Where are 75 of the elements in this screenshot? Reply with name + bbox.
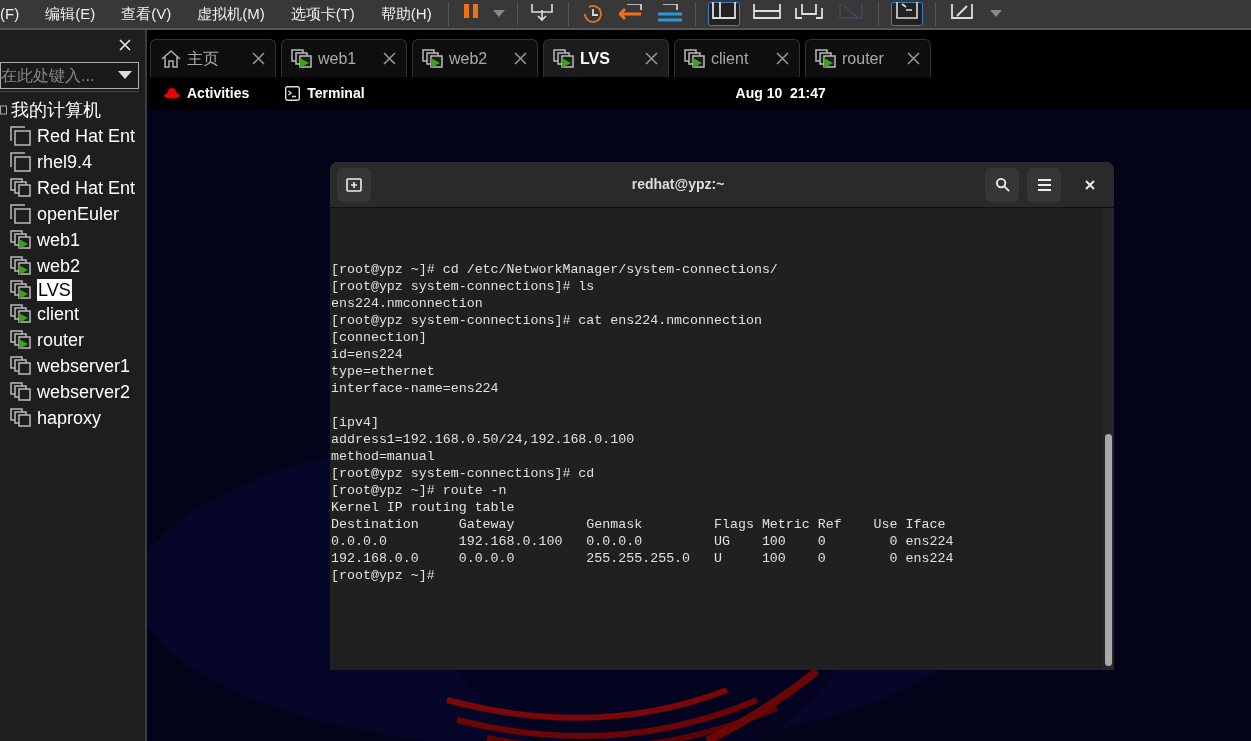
new-tab-icon (346, 176, 362, 193)
terminal-line: Destination Gateway Genmask Flags Metric Ref Use Iface (331, 516, 946, 533)
terminal-line: id=ens224 (331, 346, 403, 363)
running-vm-icon (291, 48, 313, 69)
activities-button[interactable]: Activities (187, 83, 250, 104)
close-icon[interactable] (252, 52, 265, 65)
terminal-line: address1=192.168.0.50/24,192.168.0.100 (331, 431, 635, 448)
tree-item[interactable]: LVS (37, 279, 72, 301)
terminal-line: method=manual (331, 448, 435, 465)
new-tab-button[interactable] (337, 167, 371, 202)
terminal-line: [root@ypz system-connections]# cat ens224.nmconnection (331, 312, 762, 329)
terminal-line: 192.168.0.0 0.0.0.0 255.255.255.0 U 100 0 0 ens224 (331, 550, 954, 567)
close-icon[interactable] (645, 52, 658, 65)
terminal-line: 0.0.0.0 192.168.0.100 0.0.0.0 UG 100 0 0 ens224 (331, 533, 954, 550)
send-keys-icon[interactable] (529, 4, 556, 24)
search-button[interactable] (985, 167, 1019, 202)
terminal-line: interface-name=ens224 (331, 380, 499, 397)
tree-root[interactable]: 我的计算机 (11, 97, 101, 123)
home-icon (160, 48, 182, 69)
hat-icon (164, 88, 180, 99)
tab[interactable]: web2 (412, 39, 538, 77)
terminal-line: [root@ypz system-connections]# cd (331, 465, 595, 482)
menu-item[interactable]: 帮助(H) (380, 5, 432, 23)
caret-icon[interactable] (492, 10, 505, 18)
search-icon (994, 177, 1010, 192)
tree-item[interactable]: web2 (37, 253, 81, 279)
tree-item[interactable]: webserver1 (37, 353, 131, 379)
tree-item[interactable]: webserver2 (37, 379, 131, 405)
tree-item[interactable]: haproxy (37, 405, 102, 431)
close-icon[interactable] (383, 52, 396, 65)
menu-icon (1037, 178, 1051, 191)
caret-icon[interactable] (989, 10, 1002, 18)
menu-item[interactable]: 查看(V) (121, 5, 172, 23)
running-vm-icon (684, 48, 706, 69)
terminal-line: Kernel IP routing table (331, 499, 515, 516)
menu-item[interactable]: 编辑(E) (45, 5, 96, 23)
running-vm-icon (422, 48, 444, 69)
terminal-line: type=ethernet (331, 363, 435, 380)
tree-item[interactable]: web1 (37, 227, 81, 253)
tree-item[interactable]: client (37, 301, 80, 327)
tab[interactable]: client (674, 39, 800, 77)
terminal-line: [ipv4] (331, 414, 379, 431)
running-vm-icon (553, 48, 575, 69)
terminal-line: [root@ypz ~]# route -n (331, 482, 507, 499)
tab[interactable]: LVS (543, 39, 669, 77)
tab[interactable]: web1 (281, 39, 407, 77)
sidebar-layout-icon[interactable] (707, 2, 740, 26)
window-title: redhat@ypz:~ (631, 175, 725, 194)
tab[interactable]: router (805, 39, 931, 77)
close-icon[interactable] (514, 52, 527, 65)
terminal-line: ens224.nmconnection (331, 295, 483, 312)
tab[interactable]: 主页 (150, 39, 276, 77)
close-icon[interactable] (907, 52, 920, 65)
terminal-view-icon[interactable] (890, 2, 923, 26)
menu-item[interactable]: 选项卡(T) (290, 5, 355, 23)
tree-item[interactable]: Red Hat Ent (37, 123, 136, 149)
terminal-icon (285, 86, 301, 101)
terminal-line: [connection] (331, 329, 427, 346)
terminal-line: [root@ypz ~]# cd /etc/NetworkManager/system-connections/ (331, 261, 778, 278)
tree-item[interactable]: openEuler (37, 201, 120, 227)
running-vm-icon (815, 48, 837, 69)
clock[interactable]: Aug 10 21:47 (735, 83, 826, 104)
menu-item[interactable]: 虚拟机(M) (197, 5, 265, 23)
terminal-line: [root@ypz system-connections]# ls (331, 278, 595, 295)
dropdown-icon[interactable] (118, 71, 132, 80)
tree-item[interactable]: Red Hat Ent (37, 175, 136, 201)
terminal-line: [root@ypz ~]# (331, 567, 435, 584)
tree-item[interactable]: router (37, 327, 85, 353)
menu-item[interactable]: (F) (0, 5, 20, 23)
close-icon (1085, 179, 1095, 190)
search-field[interactable]: 在此处键入... (0, 62, 139, 89)
menu-button[interactable] (1027, 167, 1061, 202)
close-icon[interactable] (776, 52, 789, 65)
tree-item[interactable]: rhel9.4 (37, 149, 93, 175)
app-menu[interactable]: Terminal (307, 83, 365, 104)
